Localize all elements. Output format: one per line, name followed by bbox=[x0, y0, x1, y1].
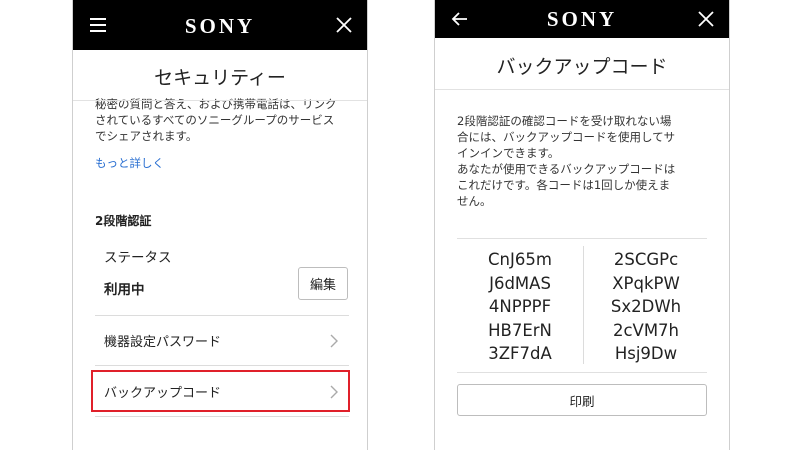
codes-top-divider bbox=[457, 238, 707, 239]
description-line: インインできます。 bbox=[457, 146, 560, 160]
backup-code: 2SCGPc bbox=[613, 250, 679, 269]
description: 2段階認証の確認コードを受け取れない場 合には、バックアップコードを使用してサ … bbox=[457, 113, 717, 209]
close-icon[interactable] bbox=[331, 12, 357, 38]
close-icon[interactable] bbox=[693, 6, 719, 32]
two-step-heading: 2段階認証 bbox=[95, 214, 152, 228]
sony-logo: SONY bbox=[546, 7, 618, 31]
backup-code: J6dMAS bbox=[489, 273, 551, 293]
security-screen: SONY セキュリティー 秘密の質問と答え、および携帯電話は、リンク されている… bbox=[72, 0, 368, 450]
backup-code: Sx2DWh bbox=[610, 297, 682, 316]
backup-code-screen: SONY バックアップコード 2段階認証の確認コードを受け取れない場 合には、バ… bbox=[434, 0, 730, 450]
backup-code: CnJ65m bbox=[488, 250, 552, 269]
device-password-row[interactable]: 機器設定パスワード bbox=[95, 317, 349, 363]
page-title: バックアップコード bbox=[496, 56, 668, 78]
codes-left-column: CnJ65m J6dMAS 4NPPPF HB7ErN 3ZF7dA bbox=[465, 248, 575, 366]
sony-logo: SONY bbox=[184, 14, 256, 38]
status-value: 利用中 bbox=[104, 282, 145, 298]
status-label: ステータス bbox=[104, 250, 172, 266]
backup-code: 4NPPPF bbox=[488, 297, 552, 316]
backup-code: XPqkPW bbox=[612, 273, 680, 293]
info-text-line: されているすべてのソニーグループのサービス bbox=[95, 113, 335, 127]
highlight-box bbox=[91, 370, 350, 412]
codes-bottom-divider bbox=[457, 372, 707, 373]
backup-code: Hsj9Dw bbox=[614, 344, 678, 363]
description-line: これだけです。各コードは1回しか使えま bbox=[457, 178, 671, 192]
chevron-right-icon bbox=[329, 333, 339, 352]
divider bbox=[95, 365, 349, 366]
codes-column-divider bbox=[583, 246, 584, 364]
info-text-line: でシェアされます。 bbox=[95, 129, 198, 143]
divider bbox=[95, 315, 349, 316]
divider bbox=[95, 416, 349, 417]
title-divider-overlay bbox=[73, 100, 367, 101]
page-title: セキュリティー bbox=[154, 67, 286, 89]
description-line: 合には、バックアップコードを使用してサ bbox=[457, 130, 676, 144]
print-button[interactable]: 印刷 bbox=[457, 384, 707, 416]
top-navigation-bar: SONY bbox=[435, 0, 729, 38]
description-line: あなたが使用できるバックアップコードは bbox=[457, 162, 676, 176]
title-divider bbox=[435, 89, 729, 90]
info-text-line: 秘密の質問と答え、および携帯電話は、リンク bbox=[95, 97, 337, 111]
description-line: 2段階認証の確認コードを受け取れない場 bbox=[457, 114, 672, 128]
backup-code: 3ZF7dA bbox=[488, 344, 552, 363]
description-line: せん。 bbox=[457, 194, 492, 208]
top-navigation-bar: SONY bbox=[73, 0, 367, 50]
edit-button[interactable]: 編集 bbox=[298, 267, 348, 300]
codes-right-column: 2SCGPc XPqkPW Sx2DWh 2cVM7h Hsj9Dw bbox=[591, 248, 701, 366]
backup-code: HB7ErN bbox=[488, 320, 552, 340]
backup-code: 2cVM7h bbox=[612, 320, 680, 340]
learn-more-link[interactable]: もっと詳しく bbox=[95, 155, 164, 171]
row-label: 機器設定パスワード bbox=[104, 335, 222, 350]
